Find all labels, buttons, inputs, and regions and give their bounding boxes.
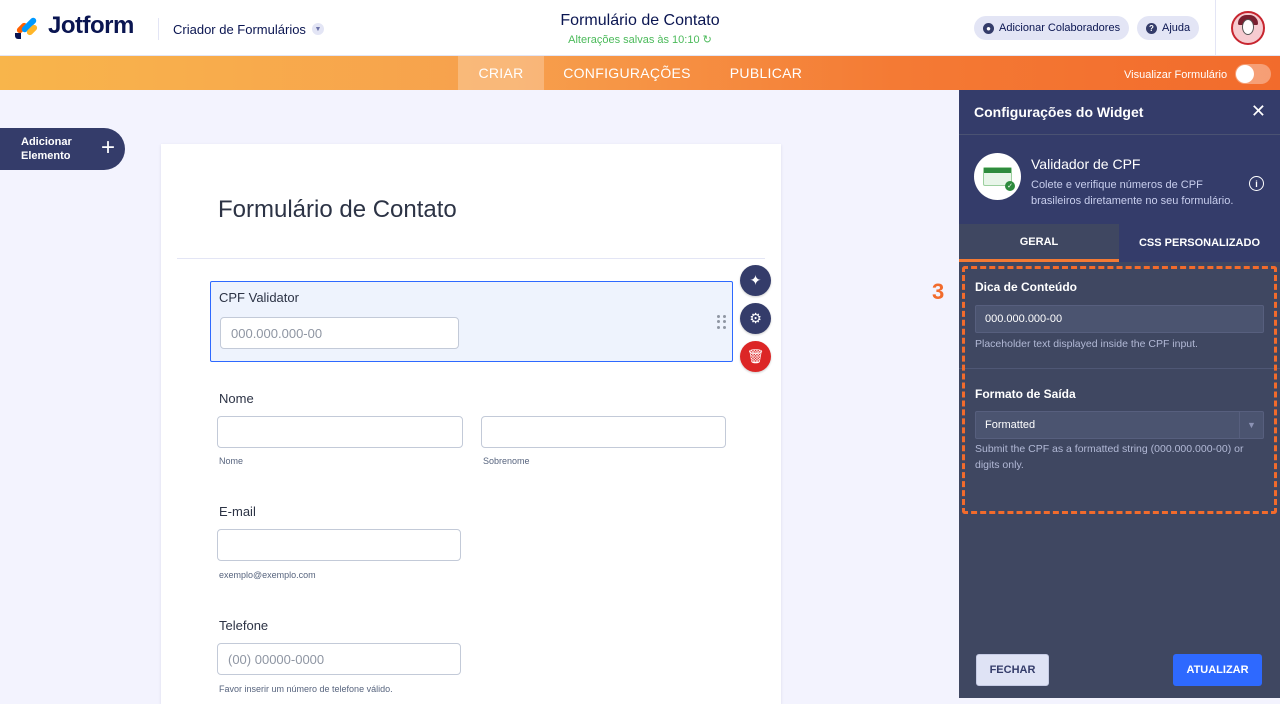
question-icon: ? bbox=[1146, 22, 1157, 34]
tab-publicar[interactable]: PUBLICAR bbox=[722, 56, 810, 90]
preview-form-label: Visualizar Formulário bbox=[1124, 69, 1228, 81]
refresh-icon: ↻ bbox=[702, 34, 712, 46]
panel-title: Configurações do Widget bbox=[974, 104, 1144, 120]
telefone-field-label[interactable]: Telefone bbox=[219, 618, 268, 633]
phone-input[interactable]: (00) 00000-0000 bbox=[217, 643, 461, 675]
chevron-down-icon: ▼ bbox=[311, 23, 324, 35]
close-icon[interactable]: ✕ bbox=[1251, 101, 1266, 122]
email-input[interactable] bbox=[217, 529, 461, 561]
panel-header: Configurações do Widget ✕ bbox=[959, 90, 1280, 134]
preview-form-control: Visualizar Formulário bbox=[1124, 64, 1272, 84]
form-title[interactable]: Formulário de Contato bbox=[440, 12, 840, 30]
save-status-text: Alterações salvas às 10:10 bbox=[568, 34, 700, 46]
jotform-logo-icon bbox=[14, 13, 40, 39]
builder-navbar: CRIAR CONFIGURAÇÕES PUBLICAR Visualizar … bbox=[0, 56, 1280, 90]
builder-menu-label: Criador de Formulários bbox=[173, 21, 306, 37]
form-heading[interactable]: Formulário de Contato bbox=[218, 196, 457, 224]
cpf-card-icon: ✓ bbox=[974, 153, 1021, 200]
add-element-button[interactable]: Adicionar Elemento + bbox=[0, 128, 125, 170]
first-name-sublabel: Nome bbox=[219, 456, 244, 466]
help-label: Ajuda bbox=[1162, 22, 1191, 34]
widget-description: Colete e verifique números de CPF brasil… bbox=[1031, 179, 1234, 207]
top-header: Jotform Criador de Formulários ▼ Formulá… bbox=[0, 0, 1280, 56]
add-element-line2: Elemento bbox=[21, 150, 71, 162]
cpf-field-label[interactable]: CPF Validator bbox=[219, 290, 299, 305]
trash-icon[interactable]: 🗑 bbox=[740, 341, 771, 372]
heading-divider bbox=[177, 258, 765, 259]
close-button[interactable]: FECHAR bbox=[976, 654, 1049, 686]
user-icon: ● bbox=[983, 22, 994, 34]
tab-geral[interactable]: GERAL bbox=[959, 224, 1119, 262]
widget-name: Validador de CPF bbox=[1031, 156, 1141, 172]
last-name-sublabel: Sobrenome bbox=[483, 456, 530, 466]
drag-handle-icon[interactable] bbox=[717, 315, 727, 329]
magic-wand-icon[interactable]: ✦ bbox=[740, 265, 771, 296]
tab-configuracoes[interactable]: CONFIGURAÇÕES bbox=[556, 56, 698, 90]
email-sublabel: exemplo@exemplo.com bbox=[219, 570, 316, 580]
tab-css-personalizado[interactable]: CSS PERSONALIZADO bbox=[1119, 224, 1280, 262]
phone-sublabel: Favor inserir um número de telefone váli… bbox=[219, 684, 393, 694]
save-status: Alterações salvas às 10:10 ↻ bbox=[440, 33, 840, 46]
preview-form-toggle[interactable] bbox=[1235, 64, 1272, 84]
plus-icon: + bbox=[100, 134, 115, 161]
avatar bbox=[1231, 11, 1265, 45]
step-number: 3 bbox=[932, 279, 945, 304]
info-icon[interactable]: i bbox=[1249, 176, 1264, 191]
user-avatar-button[interactable] bbox=[1215, 0, 1280, 56]
gear-icon[interactable]: ⚙ bbox=[740, 303, 771, 334]
update-button[interactable]: ATUALIZAR bbox=[1173, 654, 1262, 686]
widget-summary: ✓ Validador de CPF Colete e verifique nú… bbox=[959, 134, 1280, 224]
add-element-line1: Adicionar bbox=[21, 136, 72, 148]
last-name-input[interactable] bbox=[481, 416, 726, 448]
add-element-label: Adicionar Elemento bbox=[21, 135, 91, 163]
step-highlight-box bbox=[962, 266, 1277, 514]
logo-text: Jotform bbox=[48, 12, 134, 39]
jotform-logo[interactable]: Jotform bbox=[14, 12, 134, 40]
panel-tabs: GERAL CSS PERSONALIZADO bbox=[959, 224, 1280, 262]
first-name-input[interactable] bbox=[217, 416, 463, 448]
help-button[interactable]: ? Ajuda bbox=[1137, 16, 1200, 40]
builder-menu[interactable]: Criador de Formulários ▼ bbox=[158, 18, 324, 40]
form-title-block: Formulário de Contato Alterações salvas … bbox=[440, 12, 840, 46]
add-collaborators-label: Adicionar Colaboradores bbox=[999, 22, 1121, 34]
nome-field-label[interactable]: Nome bbox=[219, 391, 254, 406]
cpf-input[interactable]: 000.000.000-00 bbox=[220, 317, 459, 349]
tab-criar[interactable]: CRIAR bbox=[458, 56, 544, 90]
form-card: Formulário de Contato CPF Validator 000.… bbox=[161, 144, 781, 704]
add-collaborators-button[interactable]: ● Adicionar Colaboradores bbox=[974, 16, 1130, 40]
email-field-label[interactable]: E-mail bbox=[219, 504, 256, 519]
